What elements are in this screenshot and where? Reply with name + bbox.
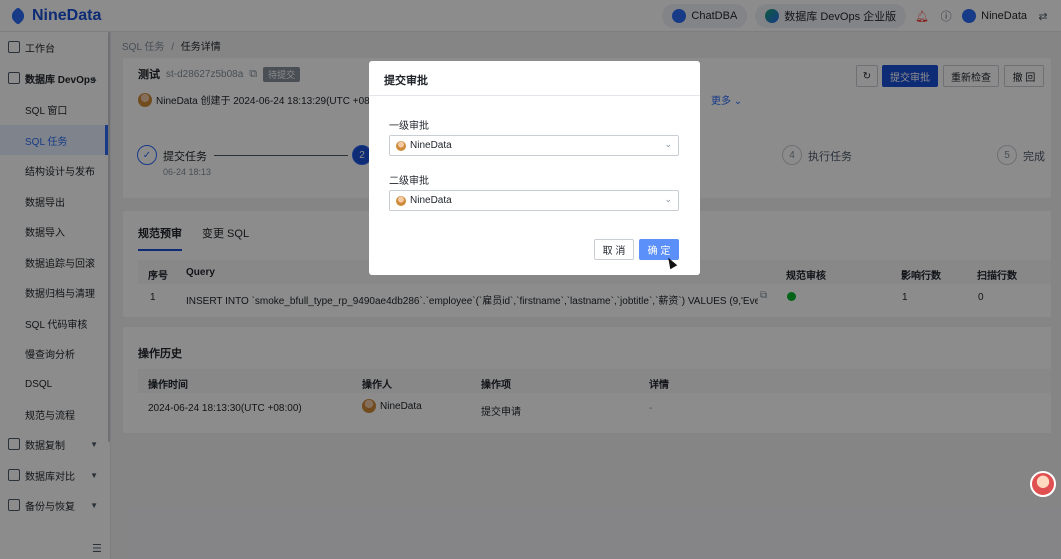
- level1-approver-value: NineData: [410, 140, 452, 151]
- level2-approver-value: NineData: [410, 195, 452, 206]
- cancel-button[interactable]: 取 消: [594, 239, 634, 260]
- assistant-avatar[interactable]: [1030, 471, 1056, 497]
- level2-approver-select[interactable]: NineData ⌄: [389, 190, 679, 211]
- submit-approval-dialog: 提交审批 一级审批 NineData ⌄ 二级审批 NineData ⌄ 取 消…: [369, 61, 700, 275]
- confirm-button[interactable]: 确 定: [639, 239, 679, 260]
- dialog-title: 提交审批: [384, 75, 428, 87]
- chevron-down-icon: ⌄: [664, 194, 672, 204]
- chevron-down-icon: ⌄: [664, 139, 672, 149]
- divider: [369, 95, 700, 96]
- confirm-label: 确 定: [647, 246, 671, 257]
- avatar: [396, 140, 406, 151]
- level1-approver-select[interactable]: NineData ⌄: [389, 135, 679, 156]
- cancel-label: 取 消: [602, 246, 626, 257]
- avatar: [396, 195, 406, 206]
- level2-approval-label: 二级审批: [389, 176, 429, 187]
- level1-approval-label: 一级审批: [389, 121, 429, 132]
